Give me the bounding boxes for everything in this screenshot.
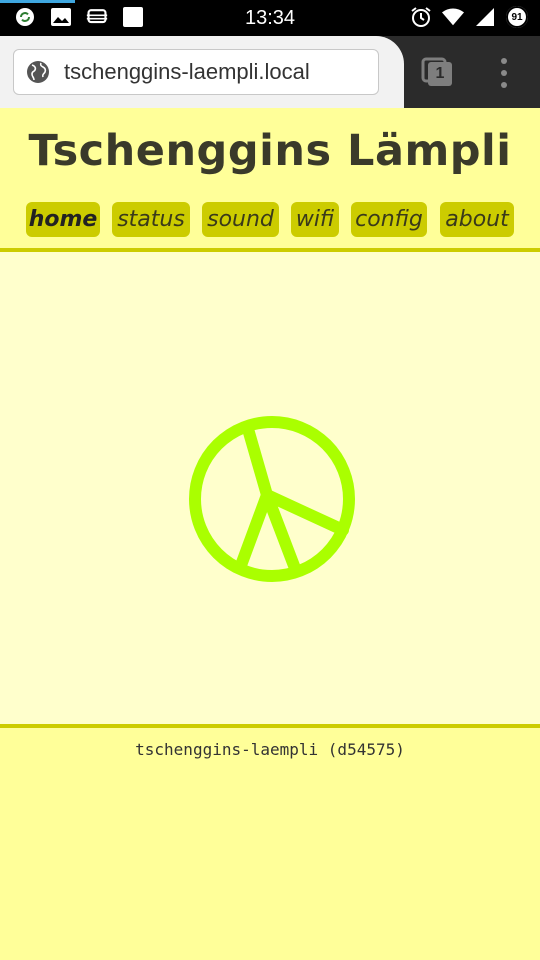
footer-device-info: tschenggins-laempli (d54575) xyxy=(135,740,405,759)
menu-dot xyxy=(501,58,507,64)
nav-about[interactable]: about xyxy=(440,202,514,237)
wifi-icon xyxy=(442,6,464,28)
web-page: Tschenggins Lämpli home status sound wif… xyxy=(0,108,540,960)
tab-count-badge[interactable]: 1 xyxy=(428,62,452,86)
site-header: Tschenggins Lämpli home status sound wif… xyxy=(0,108,540,248)
nav-sound[interactable]: sound xyxy=(202,202,279,237)
main-content xyxy=(0,252,540,724)
site-title: Tschenggins Lämpli xyxy=(28,126,512,176)
nav-home[interactable]: home xyxy=(26,202,100,237)
browser-toolbar: tschenggins-laempli.local 1 xyxy=(0,36,540,108)
address-bar[interactable]: tschenggins-laempli.local xyxy=(13,49,379,95)
nav-wifi[interactable]: wifi xyxy=(291,202,339,237)
nav-config[interactable]: config xyxy=(351,202,427,237)
main-nav: home status sound wifi config about xyxy=(0,202,540,238)
url-text[interactable]: tschenggins-laempli.local xyxy=(64,59,310,85)
overflow-menu-button[interactable] xyxy=(492,58,516,88)
menu-dot xyxy=(501,82,507,88)
page-load-indicator xyxy=(0,0,75,3)
menu-dot xyxy=(501,70,507,76)
footer-divider xyxy=(0,724,540,728)
battery-icon: 91 xyxy=(506,6,528,28)
peace-sign-icon xyxy=(189,416,355,582)
status-bar: 13:34 91 xyxy=(0,0,540,36)
globe-icon xyxy=(27,61,49,83)
nav-status[interactable]: status xyxy=(112,202,190,237)
alarm-icon xyxy=(410,6,432,28)
signal-icon xyxy=(474,6,496,28)
omnibox-container: tschenggins-laempli.local xyxy=(0,36,404,108)
